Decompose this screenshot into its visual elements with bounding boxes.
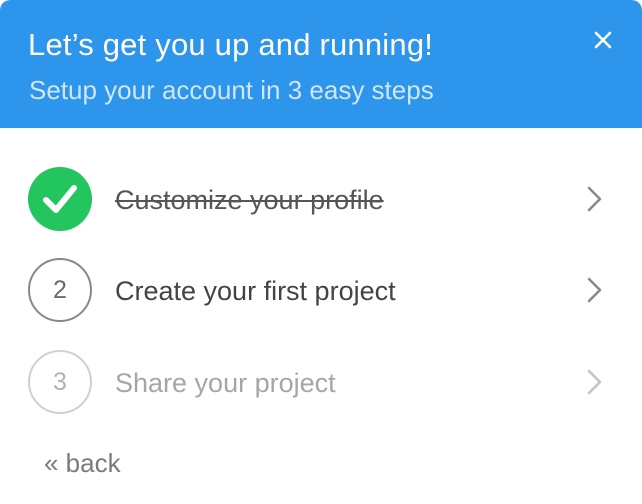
step-number-badge: 3 (28, 350, 92, 414)
close-button[interactable] (586, 24, 620, 58)
onboarding-header: Let’s get you up and running! Setup your… (0, 0, 642, 128)
chevron-right-icon (584, 275, 606, 305)
step-label: Customize your profile (115, 185, 384, 215)
checkmark-icon (43, 185, 77, 213)
step-number-badge: 2 (28, 258, 92, 322)
back-link[interactable]: « back (44, 447, 121, 479)
step-customize-profile[interactable]: Customize your profile (0, 158, 642, 244)
step-label: Create your first project (115, 276, 396, 306)
chevron-right-icon (584, 367, 606, 397)
onboarding-subtitle: Setup your account in 3 easy steps (29, 75, 434, 105)
onboarding-card: Let’s get you up and running! Setup your… (0, 0, 642, 504)
step-create-project[interactable]: 2 Create your first project (0, 249, 642, 335)
chevron-right-icon (584, 184, 606, 214)
step-share-project[interactable]: 3 Share your project (0, 341, 642, 427)
onboarding-title: Let’s get you up and running! (28, 27, 434, 62)
close-icon (594, 31, 612, 49)
step-completed-indicator (28, 167, 92, 231)
step-label: Share your project (115, 368, 336, 398)
